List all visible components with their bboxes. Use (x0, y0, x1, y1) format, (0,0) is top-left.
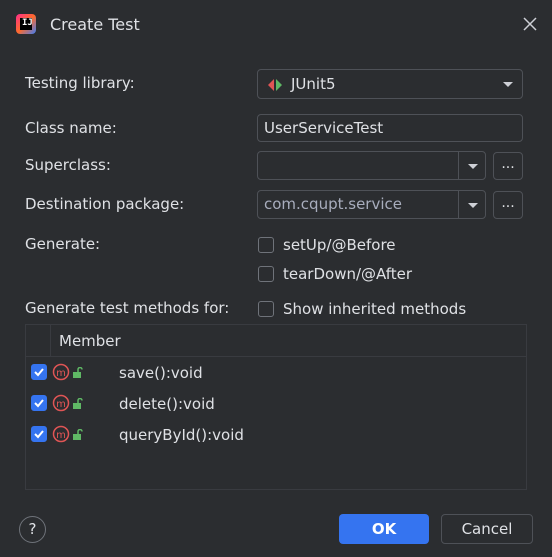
table-header: Member (26, 325, 526, 357)
generate-label: Generate: (25, 235, 101, 253)
method-icon: m (52, 425, 70, 443)
destination-browse-button[interactable]: ... (493, 191, 523, 219)
lock-open-icon (73, 398, 83, 409)
setup-label: setUp/@Before (283, 236, 396, 254)
method-icon: m (52, 363, 70, 381)
class-name-label: Class name: (25, 119, 117, 137)
column-header-member: Member (59, 332, 121, 350)
member-name: save():void (119, 364, 203, 382)
check-icon (34, 430, 44, 439)
destination-package-input[interactable]: com.cqupt.service (257, 190, 459, 219)
show-inherited-label: Show inherited methods (283, 300, 467, 318)
methods-label: Generate test methods for: (25, 299, 230, 317)
chevron-down-icon (503, 82, 513, 87)
title-bar: IJ Create Test (0, 0, 552, 50)
members-table: Member m save():void m delete():void m q… (25, 324, 527, 490)
lock-open-icon (73, 429, 83, 440)
lock-open-icon (73, 367, 83, 378)
close-icon[interactable] (520, 14, 540, 34)
help-button[interactable]: ? (19, 516, 46, 543)
member-name: queryById():void (119, 426, 244, 444)
superclass-dropdown-button[interactable] (458, 151, 486, 180)
dialog-title: Create Test (50, 15, 140, 34)
member-name: delete():void (119, 395, 215, 413)
chevron-down-icon (468, 164, 478, 169)
check-icon (34, 399, 44, 408)
cancel-button[interactable]: Cancel (441, 514, 533, 544)
superclass-label: Superclass: (25, 156, 111, 174)
intellij-idea-icon: IJ (16, 14, 36, 34)
show-inherited-checkbox[interactable] (258, 301, 274, 317)
row-checkbox[interactable] (31, 395, 47, 411)
junit-icon (268, 79, 282, 91)
table-row[interactable]: m queryById():void (26, 423, 526, 451)
testing-library-select[interactable]: JUnit5 (257, 69, 523, 99)
table-row[interactable]: m save():void (26, 361, 526, 389)
svg-text:m: m (56, 399, 66, 410)
superclass-browse-button[interactable]: ... (493, 152, 523, 180)
header-divider (50, 325, 51, 356)
method-icon: m (52, 394, 70, 412)
svg-text:m: m (56, 430, 66, 441)
destination-dropdown-button[interactable] (458, 190, 486, 219)
superclass-input[interactable] (257, 151, 459, 180)
check-icon (34, 368, 44, 377)
table-row[interactable]: m delete():void (26, 392, 526, 420)
testing-library-label: Testing library: (25, 74, 135, 92)
destination-package-label: Destination package: (25, 195, 185, 213)
ok-button[interactable]: OK (339, 514, 429, 544)
row-checkbox[interactable] (31, 426, 47, 442)
teardown-label: tearDown/@After (283, 265, 413, 283)
row-checkbox[interactable] (31, 364, 47, 380)
class-name-input[interactable]: UserServiceTest (257, 114, 523, 142)
setup-checkbox[interactable] (258, 237, 274, 253)
teardown-checkbox[interactable] (258, 266, 274, 282)
chevron-down-icon (468, 203, 478, 208)
svg-text:m: m (56, 368, 66, 379)
testing-library-value: JUnit5 (291, 75, 336, 93)
